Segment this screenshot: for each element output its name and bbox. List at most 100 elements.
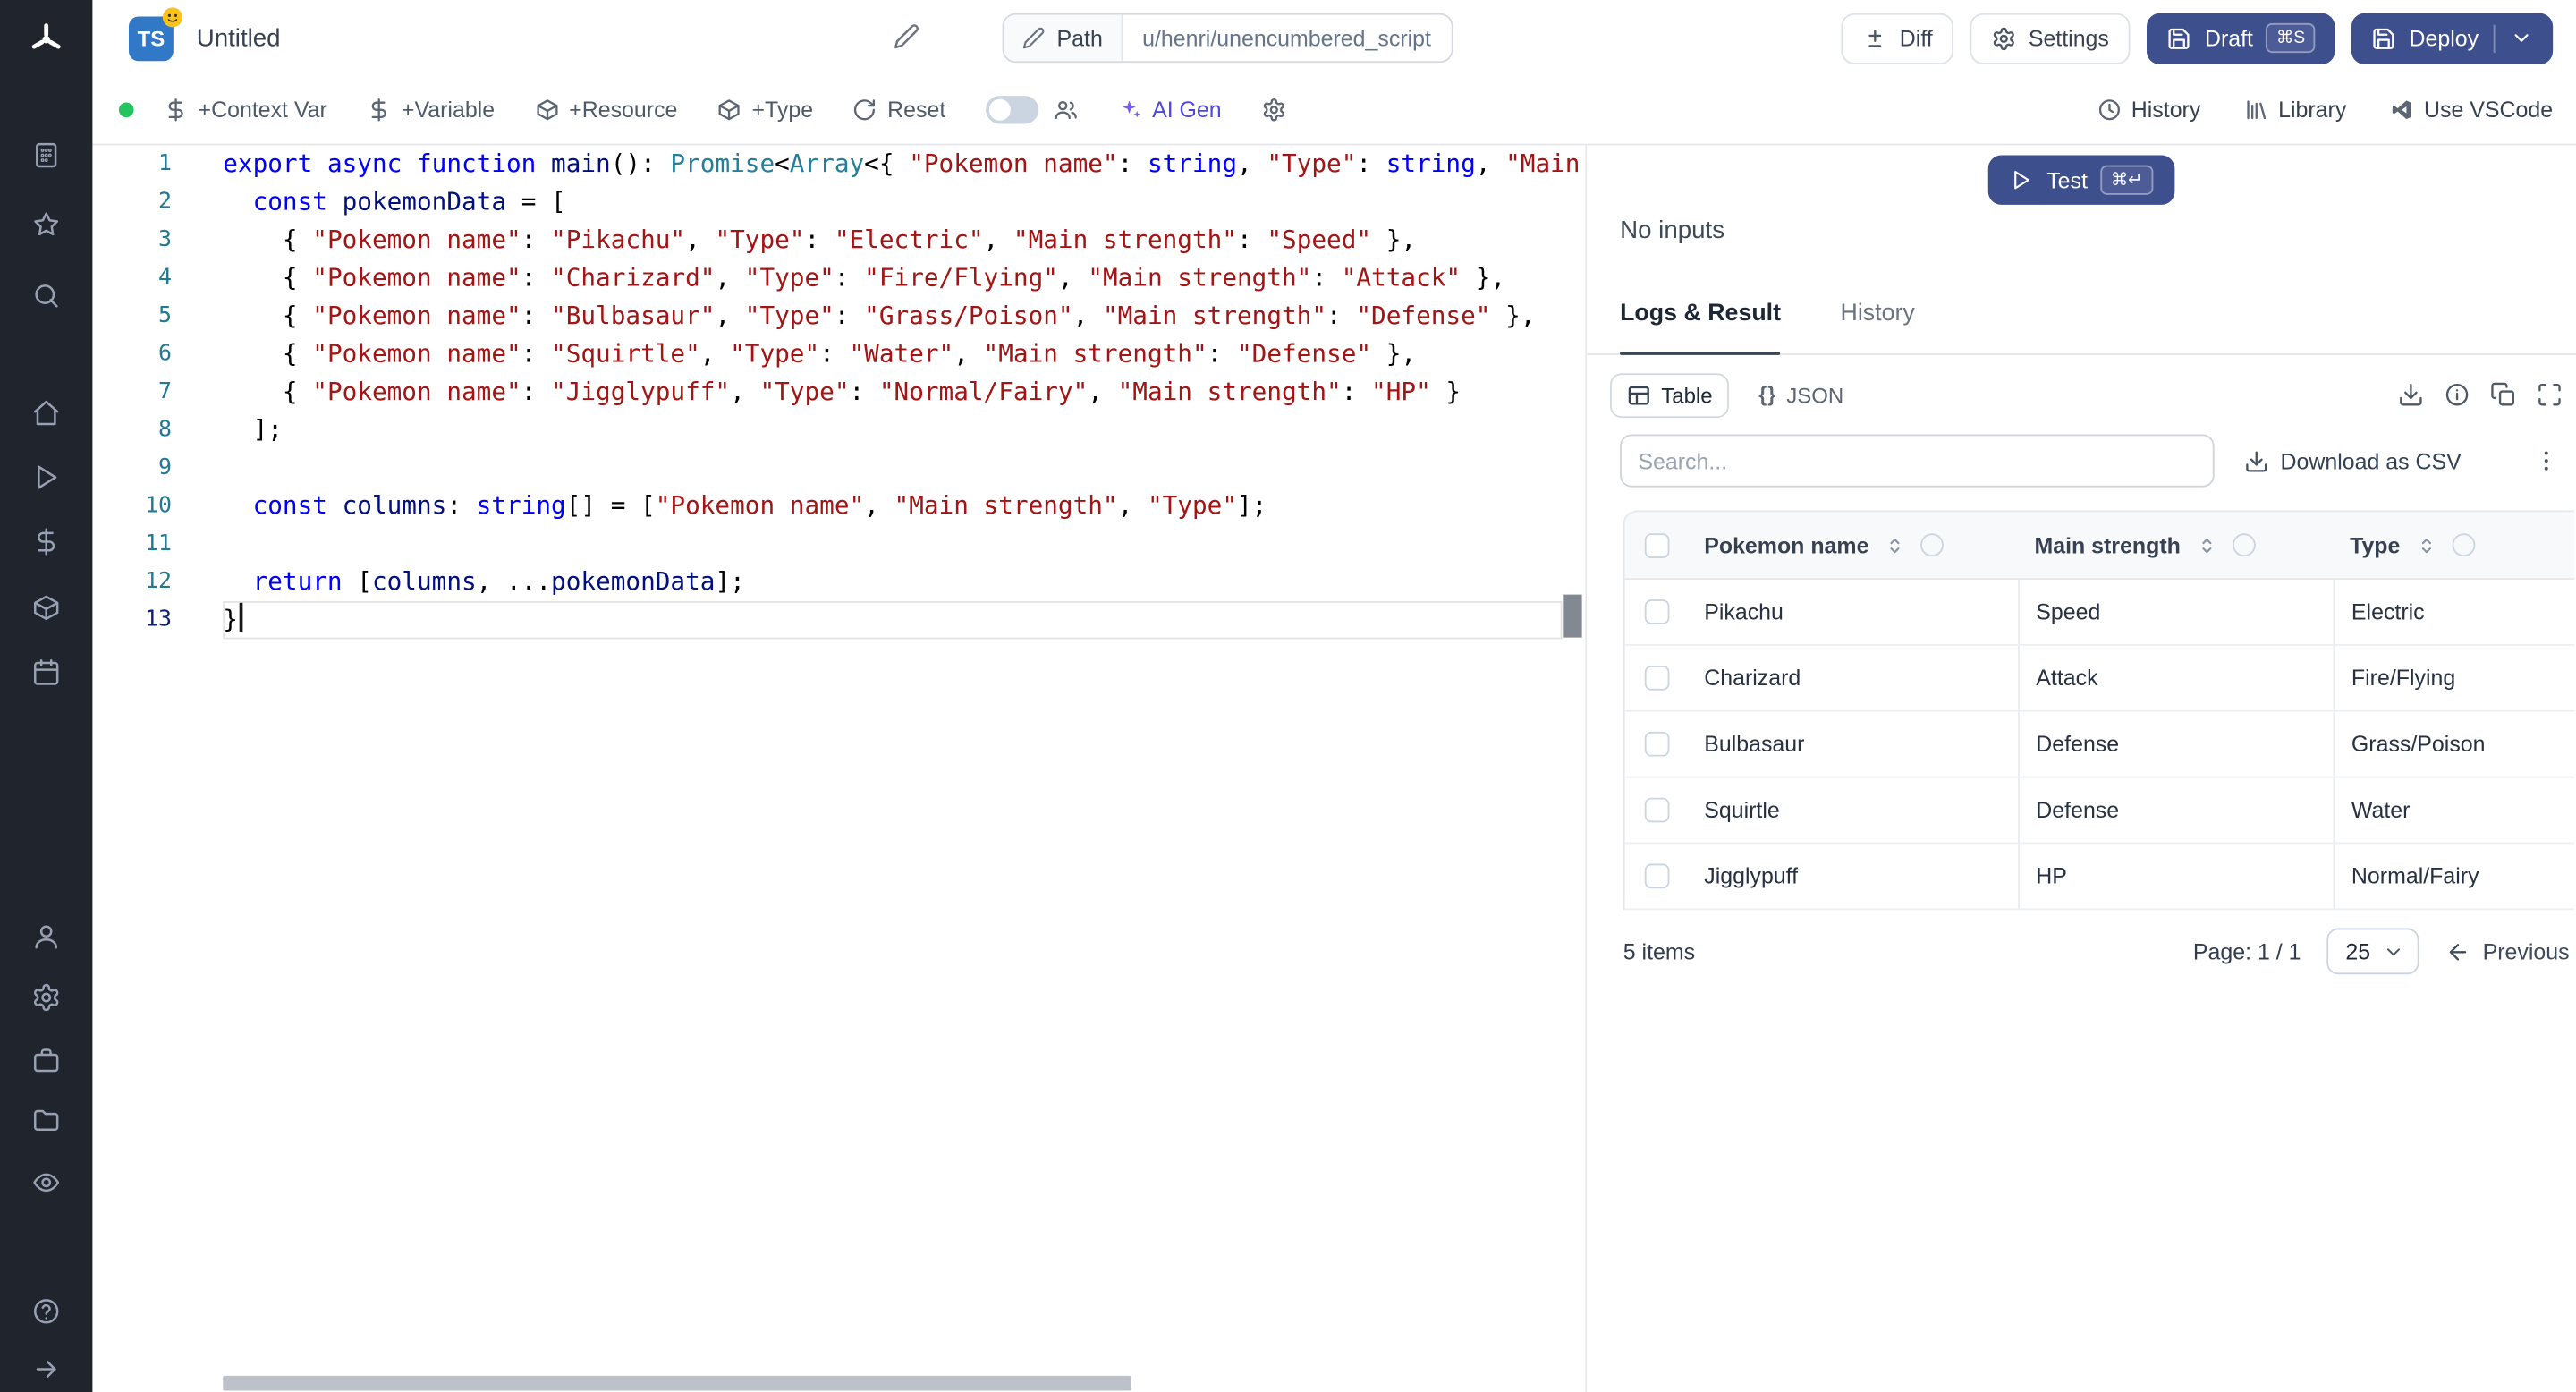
horizontal-scrollbar[interactable] bbox=[223, 1375, 1131, 1391]
table-row[interactable]: Charizard Attack Fire/Flying bbox=[1624, 645, 2575, 712]
add-resource-label: +Resource bbox=[569, 97, 678, 123]
save-icon bbox=[2166, 26, 2191, 51]
line-number[interactable]: 4 bbox=[92, 259, 194, 297]
expand-result-button[interactable] bbox=[2537, 381, 2563, 408]
line-number[interactable]: 7 bbox=[92, 373, 194, 411]
line-number[interactable]: 13 bbox=[92, 601, 194, 639]
add-type-button[interactable]: +Type bbox=[717, 98, 813, 123]
line-number[interactable]: 12 bbox=[92, 564, 194, 601]
row-checkbox[interactable] bbox=[1643, 599, 1669, 624]
sidebar-item-workers[interactable] bbox=[21, 1036, 71, 1085]
code-line[interactable]: const columns: string[] = ["Pokemon name… bbox=[223, 488, 1562, 525]
sidebar-item-users[interactable] bbox=[21, 912, 71, 961]
history-button[interactable]: History bbox=[2097, 98, 2200, 123]
download-result-button[interactable] bbox=[2398, 381, 2425, 408]
line-number[interactable]: 1 bbox=[92, 145, 194, 182]
star-icon bbox=[31, 209, 61, 239]
code-line[interactable] bbox=[223, 449, 1562, 487]
sidebar-item-schedules[interactable] bbox=[21, 648, 71, 697]
row-checkbox[interactable] bbox=[1643, 863, 1669, 889]
table-view-button[interactable]: Table bbox=[1609, 372, 1730, 418]
deploy-button[interactable]: Deploy bbox=[2351, 12, 2554, 64]
sort-icon[interactable] bbox=[2195, 534, 2216, 556]
line-number[interactable]: 8 bbox=[92, 412, 194, 449]
reset-button[interactable]: Reset bbox=[852, 98, 945, 123]
sidebar-item-runs[interactable] bbox=[21, 453, 71, 502]
line-number[interactable]: 2 bbox=[92, 183, 194, 221]
code-line[interactable]: { "Pokemon name": "Pikachu", "Type": "El… bbox=[223, 221, 1562, 259]
editor-code-area[interactable]: export async function main(): Promise<Ar… bbox=[223, 145, 1580, 1392]
code-line[interactable]: { "Pokemon name": "Bulbasaur", "Type": "… bbox=[223, 297, 1562, 335]
sidebar-item-help[interactable] bbox=[21, 1286, 71, 1336]
code-editor[interactable]: 1 2 3 4 5 6 7 8 9 10 11 12 13 export async function … bbox=[92, 145, 1586, 1392]
previous-page-button[interactable]: Previous bbox=[2446, 939, 2570, 963]
sidebar-item-search[interactable] bbox=[21, 271, 71, 320]
line-number[interactable]: 5 bbox=[92, 297, 194, 335]
sidebar-item-home[interactable] bbox=[21, 388, 71, 437]
download-csv-button[interactable]: Download as CSV bbox=[2244, 448, 2462, 473]
sort-icon[interactable] bbox=[1884, 534, 1905, 556]
line-number[interactable]: 11 bbox=[92, 525, 194, 563]
json-view-button[interactable]: {} JSON bbox=[1741, 372, 1860, 418]
library-button[interactable]: Library bbox=[2243, 98, 2346, 123]
test-button[interactable]: Test ⌘↵ bbox=[1988, 155, 2174, 205]
add-variable-button[interactable]: +Variable bbox=[367, 98, 495, 123]
multiplayer-toggle[interactable] bbox=[985, 96, 1038, 124]
search-input[interactable] bbox=[1620, 434, 2215, 488]
filter-circle-icon[interactable] bbox=[2232, 533, 2255, 557]
add-resource-button[interactable]: +Resource bbox=[534, 98, 677, 123]
tab-history[interactable]: History bbox=[1841, 301, 1915, 353]
sidebar-item-resources[interactable] bbox=[21, 583, 71, 632]
draft-button[interactable]: Draft ⌘S bbox=[2147, 12, 2335, 64]
code-line[interactable]: ]; bbox=[223, 412, 1562, 449]
column-header-pokemon-name[interactable]: Pokemon name bbox=[1688, 532, 2018, 557]
code-line[interactable]: } bbox=[223, 601, 1562, 639]
sidebar-item-settings[interactable] bbox=[21, 972, 71, 1022]
select-all-checkbox[interactable] bbox=[1643, 532, 1669, 558]
filter-circle-icon[interactable] bbox=[2451, 533, 2475, 557]
line-number[interactable]: 9 bbox=[92, 449, 194, 487]
tab-logs-result[interactable]: Logs & Result bbox=[1620, 301, 1782, 355]
add-context-var-button[interactable]: +Context Var bbox=[164, 98, 327, 123]
use-vscode-button[interactable]: Use VSCode bbox=[2389, 98, 2553, 123]
script-path-field[interactable]: Path u/henri/unencumbered_script bbox=[1002, 13, 1453, 64]
result-info-button[interactable] bbox=[2444, 381, 2470, 408]
edit-summary-button[interactable] bbox=[894, 23, 920, 58]
row-checkbox[interactable] bbox=[1643, 797, 1669, 823]
line-number[interactable]: 6 bbox=[92, 335, 194, 373]
table-row[interactable]: Pikachu Speed Electric bbox=[1624, 579, 2575, 646]
code-line[interactable]: { "Pokemon name": "Squirtle", "Type": "W… bbox=[223, 335, 1562, 373]
table-row[interactable]: Jigglypuff HP Normal/Fairy bbox=[1624, 844, 2575, 911]
row-checkbox[interactable] bbox=[1643, 731, 1669, 757]
diff-button[interactable]: Diff bbox=[1842, 12, 1954, 64]
line-number[interactable]: 10 bbox=[92, 488, 194, 525]
sidebar-expand-button[interactable] bbox=[21, 1345, 71, 1392]
code-line[interactable]: return [columns, ...pokemonData]; bbox=[223, 564, 1562, 601]
page-size-select[interactable]: 25 bbox=[2327, 928, 2420, 975]
copy-result-button[interactable] bbox=[2490, 381, 2517, 408]
sidebar-item-folders[interactable] bbox=[21, 1095, 71, 1144]
settings-button[interactable]: Settings bbox=[1970, 12, 2131, 64]
windmill-logo[interactable] bbox=[21, 15, 71, 64]
sidebar-item-keypad[interactable] bbox=[21, 131, 71, 180]
sidebar-item-favorites[interactable] bbox=[21, 199, 71, 249]
code-line[interactable]: { "Pokemon name": "Jigglypuff", "Type": … bbox=[223, 373, 1562, 411]
sort-icon[interactable] bbox=[2415, 534, 2436, 556]
code-line[interactable]: export async function main(): Promise<Ar… bbox=[223, 145, 1580, 182]
column-header-main-strength[interactable]: Main strength bbox=[2018, 532, 2334, 557]
sidebar-item-audit-logs[interactable] bbox=[21, 1158, 71, 1207]
column-header-type[interactable]: Type bbox=[2334, 532, 2576, 557]
row-checkbox[interactable] bbox=[1643, 665, 1669, 691]
table-row[interactable]: Squirtle Defense Water bbox=[1624, 777, 2575, 845]
filter-circle-icon[interactable] bbox=[1919, 533, 1944, 557]
code-line[interactable]: { "Pokemon name": "Charizard", "Type": "… bbox=[223, 259, 1562, 297]
editor-settings-button[interactable] bbox=[1261, 98, 1286, 123]
line-number[interactable]: 3 bbox=[92, 221, 194, 259]
table-menu-button[interactable] bbox=[2533, 447, 2560, 474]
code-line[interactable] bbox=[223, 525, 1562, 563]
sidebar-item-variables[interactable] bbox=[21, 517, 71, 566]
code-line[interactable]: const pokemonData = [ bbox=[223, 183, 1562, 221]
chevron-down-icon[interactable] bbox=[2510, 27, 2533, 50]
table-row[interactable]: Bulbasaur Defense Grass/Poison bbox=[1624, 711, 2575, 778]
ai-gen-button[interactable]: AI Gen bbox=[1117, 98, 1222, 123]
